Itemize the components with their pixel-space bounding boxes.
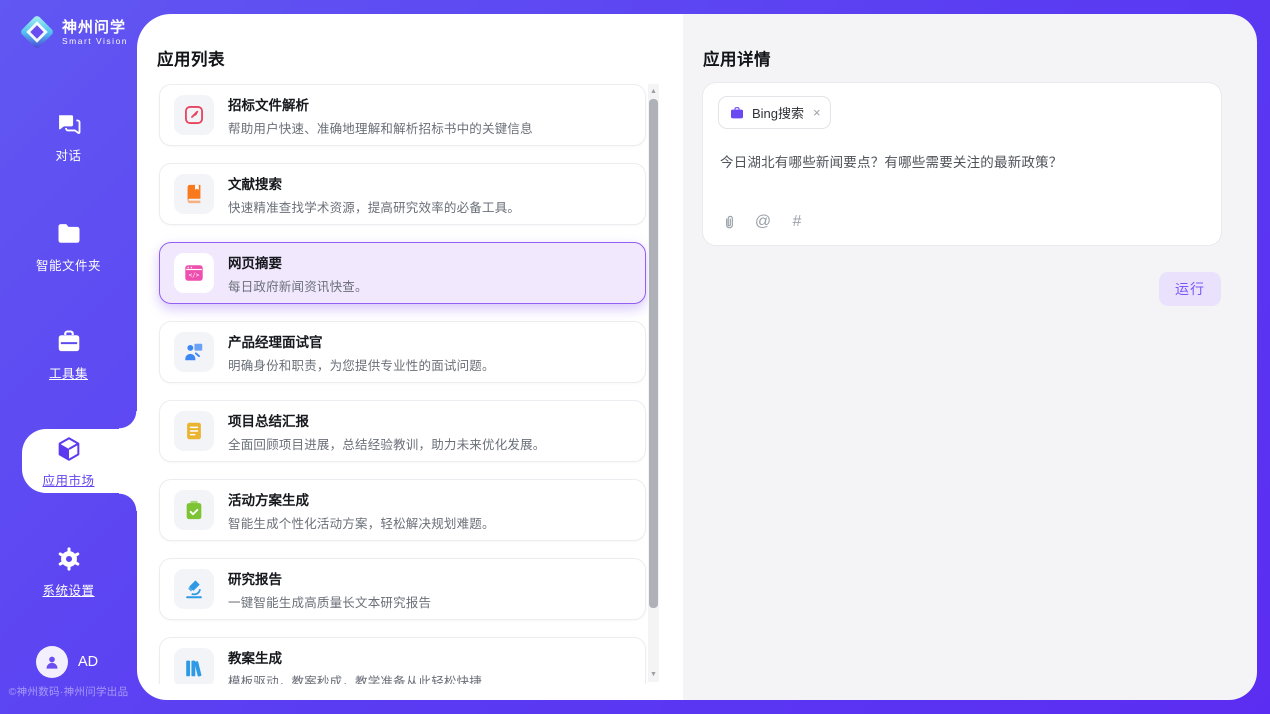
microscope-icon <box>174 569 214 609</box>
app-item-title: 招标文件解析 <box>228 94 533 114</box>
app-item-description: 每日政府新闻资讯快查。 <box>228 276 368 295</box>
app-list-item[interactable]: 产品经理面试官明确身份和职责，为您提供专业性的面试问题。 <box>159 321 646 383</box>
sidebar-item-folders[interactable]: 智能文件夹 <box>0 214 137 278</box>
sidebar-item-market[interactable]: 应用市场 <box>0 429 137 493</box>
app-list-title: 应用列表 <box>157 46 225 70</box>
book-icon <box>174 174 214 214</box>
sidebar-item-settings[interactable]: 系统设置 <box>0 539 137 603</box>
chat-icon <box>54 109 84 139</box>
sidebar-item-label: 应用市场 <box>42 470 94 489</box>
app-list-item[interactable]: 项目总结汇报全面回顾项目进展，总结经验教训，助力未来优化发展。 <box>159 400 646 462</box>
cube-icon <box>54 434 84 464</box>
brand: 神州问学 Smart Vision <box>18 13 128 51</box>
app-item-title: 教案生成 <box>228 647 482 667</box>
toolbox-icon <box>54 327 84 357</box>
app-list-panel: 应用列表 招标文件解析帮助用户快速、准确地理解和解析招标书中的关键信息文献搜索快… <box>137 14 683 700</box>
sidebar-item-label: 系统设置 <box>42 580 94 599</box>
app-list: 招标文件解析帮助用户快速、准确地理解和解析招标书中的关键信息文献搜索快速精准查找… <box>137 84 683 684</box>
user-row[interactable]: AD <box>36 646 98 678</box>
app-list-item[interactable]: 活动方案生成智能生成个性化活动方案，轻松解决规划难题。 <box>159 479 646 541</box>
app-item-title: 网页摘要 <box>228 252 368 272</box>
app-item-description: 模板驱动，教案秒成，教学准备从此轻松快捷 <box>228 671 482 685</box>
edit-document-icon <box>174 95 214 135</box>
sidebar-item-label: 智能文件夹 <box>36 255 101 274</box>
app-list-item[interactable]: 文献搜索快速精准查找学术资源，提高研究效率的必备工具。 <box>159 163 646 225</box>
app-list-item[interactable]: 招标文件解析帮助用户快速、准确地理解和解析招标书中的关键信息 <box>159 84 646 146</box>
sidebar: 神州问学 Smart Vision 对话智能文件夹工具集应用市场系统设置 AD … <box>0 0 137 714</box>
app-item-title: 产品经理面试官 <box>228 331 495 351</box>
diamond-logo-icon <box>18 13 56 51</box>
user-icon <box>36 646 68 678</box>
sidebar-item-chat[interactable]: 对话 <box>0 104 137 168</box>
clipboard-check-icon <box>174 490 214 530</box>
scrollbar[interactable]: ▲ ▼ <box>648 84 659 682</box>
app-list-item[interactable]: 教案生成模板驱动，教案秒成，教学准备从此轻松快捷 <box>159 637 646 684</box>
composer-icons: @# <box>720 213 806 231</box>
run-button[interactable]: 运行 <box>1159 272 1221 306</box>
hash-icon[interactable]: # <box>788 213 806 231</box>
app-item-description: 帮助用户快速、准确地理解和解析招标书中的关键信息 <box>228 118 533 137</box>
copyright: ©神州数码·神州问学出品 <box>0 684 137 699</box>
gear-icon <box>54 544 84 574</box>
app-item-description: 一键智能生成高质量长文本研究报告 <box>228 592 431 611</box>
app-list-item[interactable]: 研究报告一键智能生成高质量长文本研究报告 <box>159 558 646 620</box>
close-icon[interactable]: × <box>813 105 821 120</box>
svg-text:</>: </> <box>189 272 200 279</box>
books-icon <box>174 648 214 684</box>
at-icon[interactable]: @ <box>754 213 772 231</box>
presenter-icon <box>174 332 214 372</box>
sidebar-item-label: 工具集 <box>49 363 88 382</box>
app-item-description: 全面回顾项目进展，总结经验教训，助力未来优化发展。 <box>228 434 546 453</box>
app-item-title: 项目总结汇报 <box>228 410 546 430</box>
folder-icon <box>54 219 84 249</box>
app-item-title: 活动方案生成 <box>228 489 495 509</box>
brand-subtitle: Smart Vision <box>62 36 128 46</box>
prompt-text: 今日湖北有哪些新闻要点？有哪些需要关注的最新政策？ <box>720 151 1205 171</box>
user-name: AD <box>78 654 98 670</box>
browser-code-icon: </> <box>174 253 214 293</box>
app-item-title: 文献搜索 <box>228 173 520 193</box>
note-icon <box>174 411 214 451</box>
app-item-title: 研究报告 <box>228 568 431 588</box>
sidebar-item-label: 对话 <box>55 145 81 164</box>
sidebar-item-tools[interactable]: 工具集 <box>0 322 137 386</box>
tool-chip-label: Bing搜索 <box>752 103 804 122</box>
briefcase-icon <box>729 105 745 121</box>
paperclip-icon[interactable] <box>720 213 738 231</box>
scrollbar-thumb[interactable] <box>649 99 658 608</box>
app-item-description: 快速精准查找学术资源，提高研究效率的必备工具。 <box>228 197 520 216</box>
tool-chip: Bing搜索 × <box>718 96 831 129</box>
prompt-input[interactable]: Bing搜索 × 今日湖北有哪些新闻要点？有哪些需要关注的最新政策？ @# <box>702 82 1222 246</box>
app-list-item[interactable]: </> 网页摘要每日政府新闻资讯快查。 <box>159 242 646 304</box>
scrollbar-down-arrow[interactable]: ▼ <box>648 668 659 681</box>
app-detail-title: 应用详情 <box>703 46 771 70</box>
brand-name: 神州问学 <box>62 19 128 36</box>
app-item-description: 明确身份和职责，为您提供专业性的面试问题。 <box>228 355 495 374</box>
scrollbar-up-arrow[interactable]: ▲ <box>648 85 659 98</box>
app-detail-panel: 应用详情 Bing搜索 × 今日湖北有哪些新闻要点？有哪些需要关注的最新政策？ … <box>683 14 1257 700</box>
app-item-description: 智能生成个性化活动方案，轻松解决规划难题。 <box>228 513 495 532</box>
